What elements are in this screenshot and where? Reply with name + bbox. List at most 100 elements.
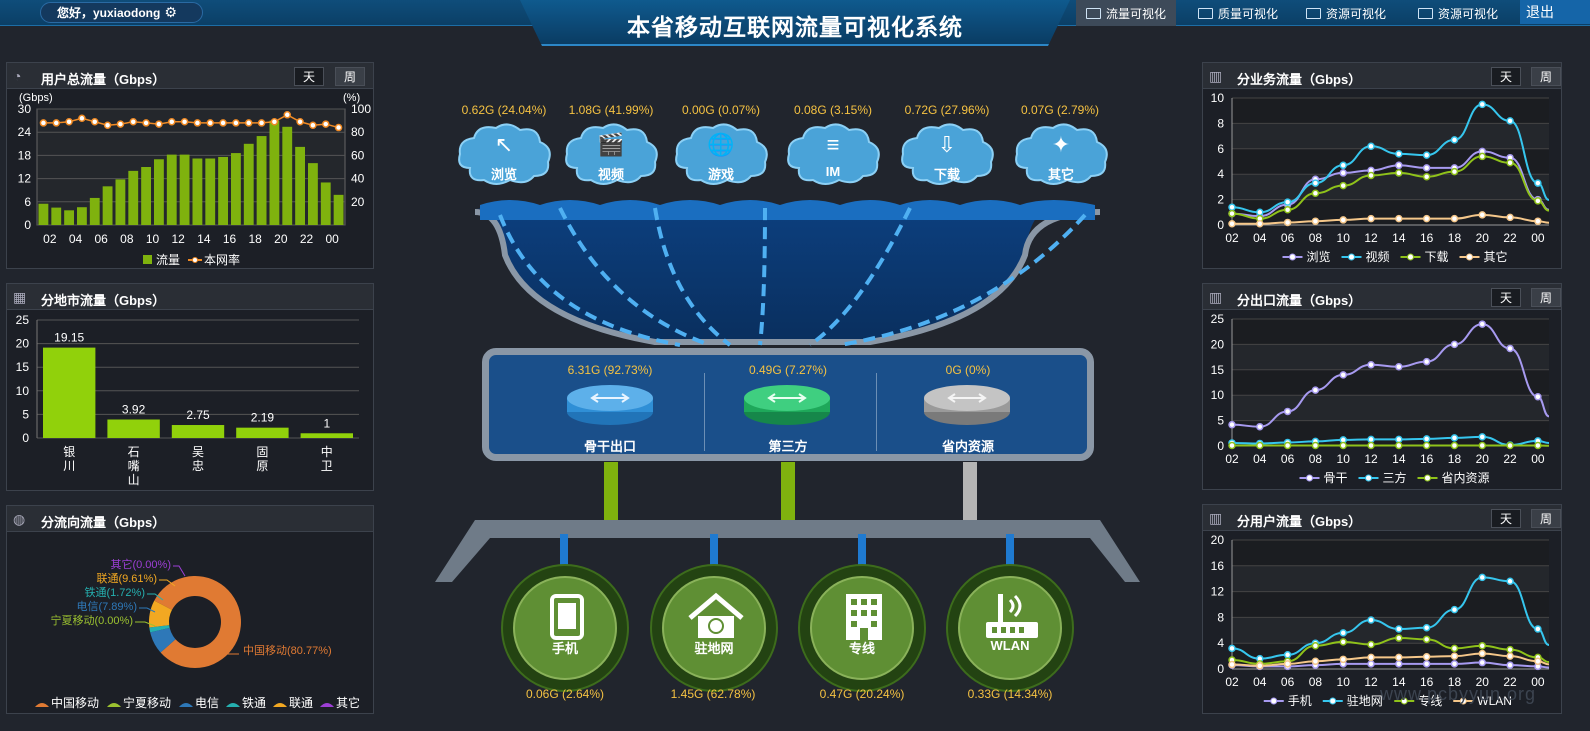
day-button[interactable]: 天 (1491, 67, 1521, 86)
access-label-home: 1.45G (62.78%) (670, 687, 756, 701)
access-dedicated[interactable]: 专线 (798, 564, 926, 692)
bar (51, 207, 62, 225)
x-tick-label: 00 (325, 232, 339, 246)
series-point (1422, 164, 1431, 172)
week-button[interactable]: 周 (1531, 509, 1561, 528)
bar (171, 425, 225, 438)
panel-header: ▦ 分地市流量（Gbps） (7, 284, 373, 310)
data-label: 2.75 (186, 408, 210, 422)
y-tick-label: 25 (16, 313, 30, 327)
nav-traffic-visualization[interactable]: 流量可视化 (1076, 0, 1177, 26)
series-point (1367, 653, 1375, 662)
x-tick-label: 16 (223, 232, 237, 246)
bar-chart-icon: ▥ (1209, 510, 1223, 526)
service-cloud-2[interactable]: 🌐 游戏 (673, 122, 769, 188)
y-tick-label: 16 (1211, 559, 1225, 573)
x-tick-label: 吴忠 (192, 445, 204, 473)
series-point (1228, 660, 1236, 669)
panel-header: ◔ 用户总流量（Gbps） 天 周 (7, 63, 373, 89)
legend-label: 铁通 (242, 696, 266, 710)
access-phone[interactable]: 手机 (501, 564, 629, 692)
user-greeting[interactable]: 您好，yuxiaodong ⚙ (40, 2, 203, 23)
gear-icon[interactable]: ⚙ (164, 4, 177, 20)
x-tick-label: 06 (1281, 452, 1295, 466)
x-tick-label: 04 (69, 232, 83, 246)
series-point (1422, 172, 1431, 181)
rate-point (219, 119, 227, 127)
rate-point (206, 119, 214, 127)
access-home[interactable]: 驻地网 (650, 564, 778, 692)
service-cloud-5[interactable]: ✦ 其它 (1013, 122, 1109, 188)
series-point (1395, 441, 1403, 450)
service-cloud-1[interactable]: 🎬 视频 (563, 122, 659, 188)
week-button[interactable]: 周 (1531, 67, 1561, 86)
rate-point (129, 118, 137, 126)
y-tick-label: 20 (16, 337, 30, 351)
series-point (1450, 340, 1459, 349)
panel-city-traffic: ▦ 分地市流量（Gbps） 0 5 10 15 20 25 19.15 银川 3.92 石嘴山 2.… (6, 283, 374, 491)
service-name: 游戏 (707, 167, 734, 182)
x-tick-label: 石嘴山 (128, 445, 140, 487)
series-point (1534, 625, 1542, 633)
rate-point (257, 119, 266, 127)
bar (64, 210, 74, 225)
nav-quality-visualization[interactable]: 质量可视化 (1188, 0, 1288, 26)
bar (166, 154, 177, 225)
week-button[interactable]: 周 (1531, 288, 1561, 307)
y2-tick-label: 20 (351, 195, 365, 209)
day-button[interactable]: 天 (1491, 288, 1521, 307)
week-button[interactable]: 周 (335, 67, 365, 86)
legend-label: 联通 (289, 696, 313, 710)
cloud-download-icon: ⇩ (937, 132, 957, 157)
y-tick-label: 0 (22, 431, 29, 445)
day-button[interactable]: 天 (1491, 509, 1521, 528)
rate-point (78, 114, 86, 123)
nav-resource-visualization[interactable]: 资源可视化 (1296, 0, 1396, 26)
x-tick-label: 12 (1364, 452, 1378, 466)
panel-usertype-traffic: ▥ 分用户流量（Gbps） 天 周 0 4 8 12 16 20 02 04 06 08 10 12 1… (1202, 504, 1562, 714)
x-tick-label: 10 (146, 232, 160, 246)
series-point (1367, 360, 1375, 369)
slice-label: 电信(7.89%) (76, 600, 137, 613)
slice-label: 铁通(1.72%) (84, 586, 145, 599)
series-point (1311, 441, 1320, 450)
legend-swatch (1348, 253, 1355, 261)
series-point (1283, 218, 1292, 227)
x-tick-label: 18 (248, 232, 262, 246)
panel-header: ▥ 分出口流量（Gbps） 天 周 (1203, 284, 1561, 310)
label-leader (173, 565, 186, 577)
rate-point (309, 121, 317, 129)
exit-label-backbone: 6.31G (92.73%) (567, 363, 653, 377)
x-tick-label: 08 (1309, 231, 1323, 245)
bar (308, 163, 318, 225)
bar (43, 347, 96, 438)
series-point (1283, 206, 1292, 214)
connector-backbone (604, 462, 618, 520)
series-point (1450, 167, 1459, 176)
bar-chart-icon: ▥ (1209, 289, 1223, 305)
panel-exit-traffic: ▥ 分出口流量（Gbps） 天 周 0 5 10 15 20 25 02 04 06 08 10 12… (1202, 283, 1562, 490)
legend-label: 中国移动 (51, 695, 99, 710)
series-point (1311, 657, 1320, 666)
series-point (1422, 660, 1431, 668)
nav-resource-visualization-2[interactable]: 资源可视化 (1408, 0, 1508, 26)
series-point (1506, 344, 1514, 353)
day-button[interactable]: 天 (294, 67, 324, 86)
rate-point (180, 118, 189, 126)
access-wlan[interactable]: WLAN (946, 564, 1074, 692)
rate-point (116, 120, 125, 128)
x-tick-label: 02 (1225, 452, 1239, 466)
panel-title: 分出口流量（Gbps） (1237, 293, 1362, 308)
legend-label: 下载 (1425, 250, 1449, 264)
series-point (1395, 653, 1403, 662)
building-icon (846, 594, 882, 640)
service-cloud-4[interactable]: ⇩ 下载 (899, 122, 995, 188)
service-cloud-0[interactable]: ↖ 浏览 (456, 122, 552, 188)
logout-button[interactable]: 退出 (1520, 0, 1590, 24)
series-point (1422, 214, 1431, 223)
direction-chart: 中国移动(80.77%) 宁夏移动(0.00%)电信(7.89%)铁通(1.72%… (35, 557, 360, 710)
service-cloud-3[interactable]: ≡ IM (785, 122, 881, 188)
series-point (1339, 161, 1347, 170)
series-point (1395, 150, 1403, 158)
rate-point (245, 119, 253, 127)
